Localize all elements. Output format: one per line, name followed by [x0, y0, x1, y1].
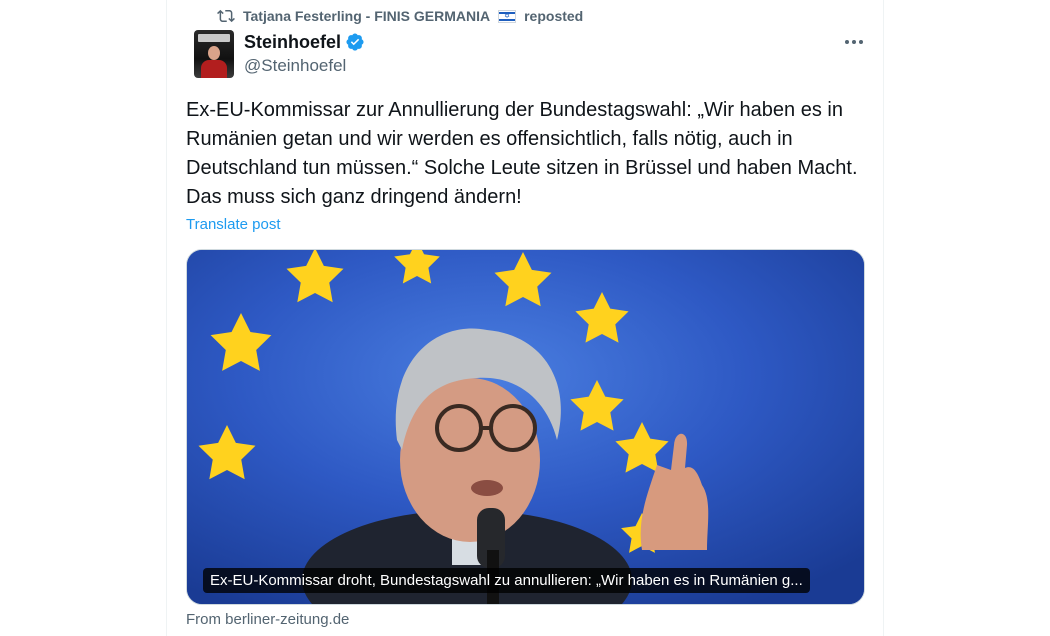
- card-photo: [187, 250, 864, 604]
- verified-badge-icon[interactable]: [345, 32, 365, 52]
- translate-post-link[interactable]: Translate post: [186, 216, 281, 233]
- author-name-row: Steinhoefel: [244, 31, 365, 53]
- timeline-column: Tatjana Festerling - FINIS GERMANIA ✡ re…: [166, 0, 884, 636]
- dot-icon: [859, 40, 863, 44]
- more-options-button[interactable]: [843, 32, 865, 52]
- author-block: Steinhoefel @Steinhoefel: [244, 31, 365, 77]
- dot-icon: [852, 40, 856, 44]
- author-name[interactable]: Steinhoefel: [244, 31, 341, 53]
- author-handle[interactable]: @Steinhoefel: [244, 55, 365, 77]
- repost-indicator[interactable]: Tatjana Festerling - FINIS GERMANIA ✡ re…: [217, 6, 583, 26]
- avatar-banner: [198, 34, 230, 42]
- repost-icon: [217, 9, 235, 23]
- card-caption: Ex-EU-Kommissar droht, Bundestagswahl zu…: [203, 568, 810, 593]
- avatar[interactable]: [194, 30, 234, 78]
- repost-action-label: reposted: [524, 8, 584, 24]
- avatar-face: [208, 46, 220, 60]
- repost-user-name[interactable]: Tatjana Festerling - FINIS GERMANIA: [243, 8, 490, 24]
- card-source[interactable]: From berliner-zeitung.de: [186, 611, 349, 628]
- post-text: Ex-EU-Kommissar zur Annullierung der Bun…: [186, 99, 858, 208]
- avatar-body: [201, 60, 227, 78]
- israel-flag-icon: ✡: [498, 9, 517, 23]
- dot-icon: [845, 40, 849, 44]
- link-card[interactable]: Ex-EU-Kommissar droht, Bundestagswahl zu…: [186, 249, 865, 605]
